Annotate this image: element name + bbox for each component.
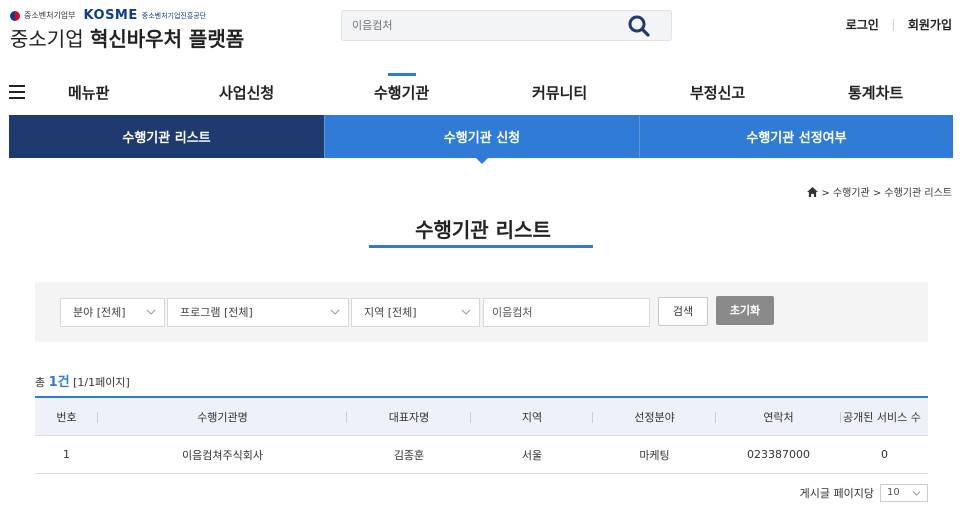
chevron-down-icon [330,309,340,315]
page-size: 게시글 페이지당 10 [800,484,928,502]
header-field: 선정분야 [593,398,716,435]
site-title-bold: 혁신바우처 플랫폼 [89,27,245,51]
kosme-logo: KOSME [83,8,138,23]
header-contact: 연락처 [716,398,841,435]
cell-ceo: 김종훈 [393,448,425,462]
field-select[interactable]: 분야 [전체] [60,298,165,327]
table-header: 번호 수행기관명 대표자명 지역 선정분야 연락처 공개된 서비스 수 [35,396,928,436]
chevron-down-icon [912,491,921,496]
agency-table: 번호 수행기관명 대표자명 지역 선정분야 연락처 공개된 서비스 수 1 이음… [35,396,928,474]
program-select[interactable]: 프로그램 [전체] [167,298,349,327]
chevron-down-icon [146,309,156,315]
count-pages: [1/1페이지] [73,376,130,389]
result-count: 총 1건 [1/1페이지] [35,371,130,390]
reset-button[interactable]: 초기화 [716,296,774,325]
site-title-prefix: 중소기업 [10,27,84,51]
program-select-value: 프로그램 [전체] [180,306,253,319]
header-region: 지역 [471,398,593,435]
cell-no: 1 [63,448,70,461]
nav-item-community[interactable]: 커뮤니티 [532,82,587,103]
tab-agency-apply[interactable]: 수행기관 신청 [324,115,639,158]
page-size-value: 10 [887,487,900,498]
chevron-down-icon [461,309,471,315]
search-button[interactable]: 검색 [658,297,708,326]
kosme-sub-label: 중소벤처기업진흥공단 [141,11,207,20]
header: 중소벤처기업부 KOSME 중소벤처기업진흥공단 중소기업 혁신바우처 플랫폼 … [0,0,966,60]
header-ceo: 대표자명 [347,398,471,435]
region-select[interactable]: 지역 [전체] [351,298,480,327]
table-row[interactable]: 1 이음컴쳐주식회사 김종훈 서울 마케팅 023387000 0 [35,436,928,474]
logo[interactable]: 중소벤처기업부 KOSME 중소벤처기업진흥공단 [10,8,206,23]
cell-contact: 023387000 [747,448,810,461]
filter-bar: 분야 [전체] 프로그램 [전체] 지역 [전체] 이음컴처 검색 초기화 [35,282,928,342]
site-title[interactable]: 중소기업 혁신바우처 플랫폼 [10,23,244,52]
field-select-value: 분야 [전체] [73,306,126,319]
tab-agency-selection[interactable]: 수행기관 선정여부 [639,115,953,158]
home-icon[interactable] [807,186,819,197]
global-search-input[interactable] [342,11,612,40]
nav-item-report[interactable]: 부정신고 [690,82,745,103]
gov-label: 중소벤처기업부 [24,11,76,20]
breadcrumb-path: > 수행기관 > 수행기관 리스트 [821,188,952,199]
nav-item-agency[interactable]: 수행기관 [374,82,429,103]
header-agency-name: 수행기관명 [98,398,347,435]
global-search [341,10,672,41]
menu-icon[interactable] [9,85,25,99]
nav-item-menu[interactable]: 메뉴판 [68,82,109,103]
header-no: 번호 [35,398,98,435]
government-emblem-icon [10,10,20,21]
search-icon[interactable] [627,14,651,38]
cell-services: 0 [881,448,888,461]
divider [892,18,894,31]
tab-agency-list[interactable]: 수행기관 리스트 [9,115,324,158]
sub-nav: 수행기관 리스트 수행기관 신청 수행기관 선정여부 [9,115,953,158]
nav-item-stats[interactable]: 통계차트 [848,82,903,103]
cell-agency-name[interactable]: 이음컴쳐주식회사 [98,436,347,473]
login-link[interactable]: 로그인 [846,16,879,33]
page-title: 수행기관 리스트 [415,218,551,242]
signup-link[interactable]: 회원가입 [908,16,952,33]
page-size-select[interactable]: 10 [880,484,928,502]
nav-item-apply[interactable]: 사업신청 [219,82,274,103]
main-nav: 메뉴판 사업신청 수행기관 커뮤니티 부정신고 통계차트 [0,74,966,114]
title-underline [369,245,593,248]
cell-region: 서울 [521,448,543,462]
region-select-value: 지역 [전체] [364,306,417,319]
breadcrumb: > 수행기관 > 수행기관 리스트 [807,184,952,199]
count-number: 1건 [48,375,70,390]
header-services: 공개된 서비스 수 [843,410,921,424]
page-size-label: 게시글 페이지당 [799,487,874,500]
keyword-input[interactable]: 이음컴처 [483,298,650,327]
auth-links: 로그인 회원가입 [846,16,952,33]
count-prefix: 총 [35,376,46,389]
page: 중소벤처기업부 KOSME 중소벤처기업진흥공단 중소기업 혁신바우처 플랫폼 … [0,0,966,523]
cell-field: 마케팅 [639,448,670,462]
